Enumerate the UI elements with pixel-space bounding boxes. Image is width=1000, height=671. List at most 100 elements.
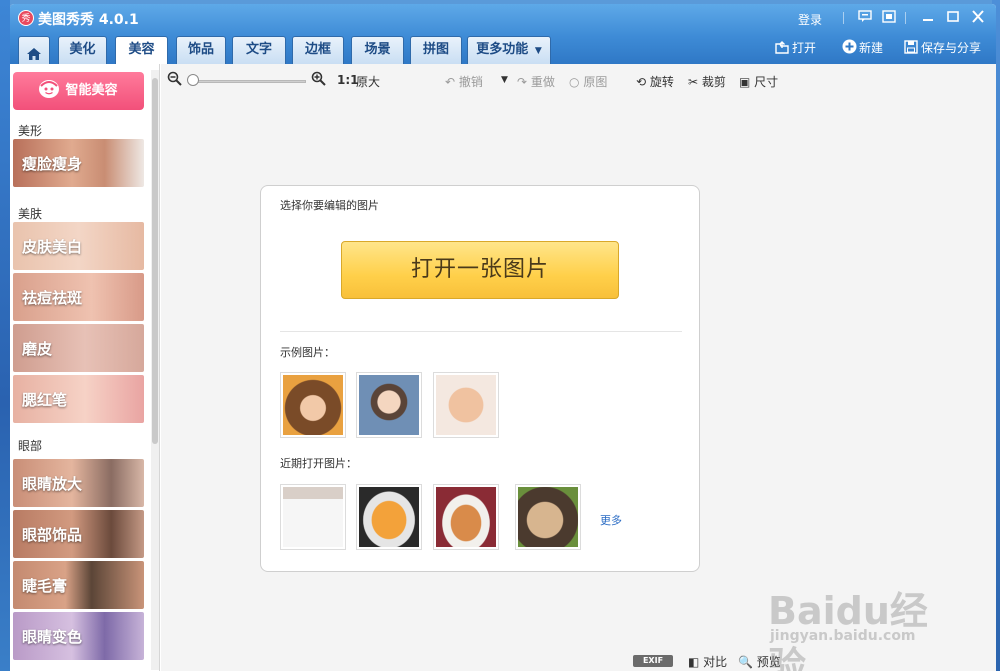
feature-label: 瘦脸瘦身 bbox=[22, 155, 83, 173]
undo-button[interactable]: ↶ 撤销 bbox=[445, 73, 483, 90]
editor-toolbar: 1:1 原大 ↶ 撤销 ▼ ↷ 重做 ○ 原图 ⟲ 旋转 ✂ 裁剪 ▣ 尺寸 bbox=[161, 64, 996, 96]
undo-dropdown-icon[interactable]: ▼ bbox=[501, 75, 508, 85]
compare-icon: ◧ bbox=[688, 655, 700, 669]
feature-mascara[interactable]: 睫毛膏 bbox=[13, 561, 144, 609]
feature-blush-pen[interactable]: 腮红笔 bbox=[13, 375, 144, 423]
title-bar: 秀 美图秀秀 4.0.1 登录 美化 美容 饰品 文字 边框 场景 拼图 更多功… bbox=[10, 4, 996, 65]
more-images-link[interactable]: 更多 bbox=[600, 512, 622, 528]
open-image-button[interactable]: 打开一张图片 bbox=[341, 241, 619, 299]
smart-face-icon bbox=[39, 80, 60, 98]
open-action[interactable]: 打开 bbox=[775, 38, 816, 58]
feature-eye-decoration[interactable]: 眼部饰品 bbox=[13, 510, 144, 558]
feature-acne-removal[interactable]: 祛痘祛斑 bbox=[13, 273, 144, 321]
maximize-icon[interactable] bbox=[945, 10, 961, 24]
feature-label: 眼部饰品 bbox=[22, 526, 83, 544]
tab-text[interactable]: 文字 bbox=[232, 36, 286, 64]
panel-divider bbox=[280, 331, 682, 332]
sample-images-label: 示例图片： bbox=[280, 346, 335, 359]
zoom-slider-handle[interactable] bbox=[187, 74, 199, 86]
new-action[interactable]: 新建 bbox=[842, 38, 883, 58]
watermark-main: Baidu经验 bbox=[768, 589, 928, 671]
feature-label: 眼睛放大 bbox=[22, 475, 83, 493]
plus-circle-icon bbox=[842, 39, 857, 54]
exif-button[interactable]: EXIF bbox=[633, 655, 673, 667]
resize-label: 尺寸 bbox=[754, 75, 779, 89]
feature-smooth-skin[interactable]: 磨皮 bbox=[13, 324, 144, 372]
recent-image-3[interactable] bbox=[433, 484, 499, 550]
app-logo-icon: 秀 bbox=[18, 10, 34, 26]
app-window: 秀 美图秀秀 4.0.1 登录 美化 美容 饰品 文字 边框 场景 拼图 更多功… bbox=[10, 4, 996, 671]
tab-accessories[interactable]: 饰品 bbox=[176, 36, 226, 64]
tab-more-features[interactable]: 更多功能 ▼ bbox=[467, 36, 551, 64]
recent-image-4[interactable] bbox=[515, 484, 581, 550]
restore-icon: ○ bbox=[569, 75, 580, 89]
open-image-panel: 选择你要编辑的图片 打开一张图片 示例图片： 近期打开图片： 更多 bbox=[260, 185, 700, 572]
redo-icon: ↷ bbox=[517, 75, 528, 89]
watermark-sub: jingyan.baidu.com bbox=[770, 628, 916, 644]
zoom-in-icon[interactable] bbox=[311, 71, 326, 89]
save-icon bbox=[904, 40, 918, 54]
resize-button[interactable]: ▣ 尺寸 bbox=[739, 73, 778, 90]
tab-collage[interactable]: 拼图 bbox=[410, 36, 462, 64]
sample-image-2[interactable] bbox=[356, 372, 422, 438]
rotate-label: 旋转 bbox=[649, 75, 674, 89]
undo-icon: ↶ bbox=[445, 75, 456, 89]
feature-label: 磨皮 bbox=[22, 340, 53, 358]
feature-label: 皮肤美白 bbox=[22, 238, 83, 256]
redo-label: 重做 bbox=[530, 75, 555, 89]
beauty-sidebar: 智能美容 美形 瘦脸瘦身 美肤 皮肤美白 祛痘祛斑 磨皮 腮红笔 眼部 眼睛放大… bbox=[10, 64, 160, 671]
zoom-slider-track[interactable] bbox=[193, 80, 306, 83]
section-label-shape: 美形 bbox=[18, 124, 43, 138]
feature-eye-color[interactable]: 眼睛变色 bbox=[13, 612, 144, 660]
rotate-button[interactable]: ⟲ 旋转 bbox=[636, 73, 674, 90]
skin-icon[interactable] bbox=[881, 10, 897, 24]
smart-beauty-button[interactable]: 智能美容 bbox=[13, 72, 144, 110]
original-size-button[interactable]: 原大 bbox=[356, 73, 380, 90]
save-share-label: 保存与分享 bbox=[921, 41, 982, 55]
preview-icon: 🔍 bbox=[738, 655, 753, 669]
tab-more-features-label: 更多功能 bbox=[476, 42, 529, 57]
tab-beauty[interactable]: 美容 bbox=[115, 36, 168, 65]
rotate-icon: ⟲ bbox=[636, 75, 647, 89]
minimize-icon[interactable] bbox=[920, 10, 936, 24]
compare-button[interactable]: ◧ 对比 bbox=[688, 653, 727, 670]
new-label: 新建 bbox=[859, 41, 884, 55]
redo-button[interactable]: ↷ 重做 bbox=[517, 73, 555, 90]
feature-label: 祛痘祛斑 bbox=[22, 289, 83, 307]
tab-beautify[interactable]: 美化 bbox=[58, 36, 107, 64]
tab-frame[interactable]: 边框 bbox=[292, 36, 344, 64]
save-share-action[interactable]: 保存与分享 bbox=[904, 38, 981, 58]
caret-down-icon: ▼ bbox=[534, 46, 542, 56]
crop-label: 裁剪 bbox=[701, 75, 726, 89]
feature-label: 睫毛膏 bbox=[22, 577, 68, 595]
sidebar-scroll-thumb[interactable] bbox=[152, 78, 158, 444]
scissors-icon: ✂ bbox=[688, 75, 699, 89]
zoom-out-icon[interactable] bbox=[167, 71, 182, 89]
section-label-eyes: 眼部 bbox=[18, 439, 43, 453]
sample-image-1[interactable] bbox=[280, 372, 346, 438]
smart-beauty-label: 智能美容 bbox=[65, 83, 118, 98]
app-title: 美图秀秀 4.0.1 bbox=[38, 12, 139, 28]
open-label: 打开 bbox=[792, 41, 817, 55]
resize-icon: ▣ bbox=[739, 75, 751, 89]
panel-title: 选择你要编辑的图片 bbox=[280, 199, 379, 212]
feature-label: 眼睛变色 bbox=[22, 628, 83, 646]
crop-button[interactable]: ✂ 裁剪 bbox=[688, 73, 726, 90]
sample-image-3[interactable] bbox=[433, 372, 499, 438]
feature-label: 腮红笔 bbox=[22, 391, 68, 409]
feature-slim-face[interactable]: 瘦脸瘦身 bbox=[13, 139, 144, 187]
close-icon[interactable] bbox=[970, 10, 986, 24]
feature-skin-whitening[interactable]: 皮肤美白 bbox=[13, 222, 144, 270]
feedback-icon[interactable] bbox=[857, 10, 873, 24]
desktop-left-edge bbox=[0, 0, 10, 671]
sidebar-scrollbar[interactable] bbox=[151, 70, 159, 670]
restore-original-button[interactable]: ○ 原图 bbox=[569, 73, 607, 90]
tab-home[interactable] bbox=[18, 36, 50, 64]
tab-scene[interactable]: 场景 bbox=[351, 36, 404, 64]
feature-eye-enlarge[interactable]: 眼睛放大 bbox=[13, 459, 144, 507]
section-label-skin: 美肤 bbox=[18, 207, 43, 221]
recent-image-1[interactable] bbox=[280, 484, 346, 550]
home-icon bbox=[27, 44, 41, 60]
login-link[interactable]: 登录 bbox=[798, 11, 822, 28]
recent-image-2[interactable] bbox=[356, 484, 422, 550]
